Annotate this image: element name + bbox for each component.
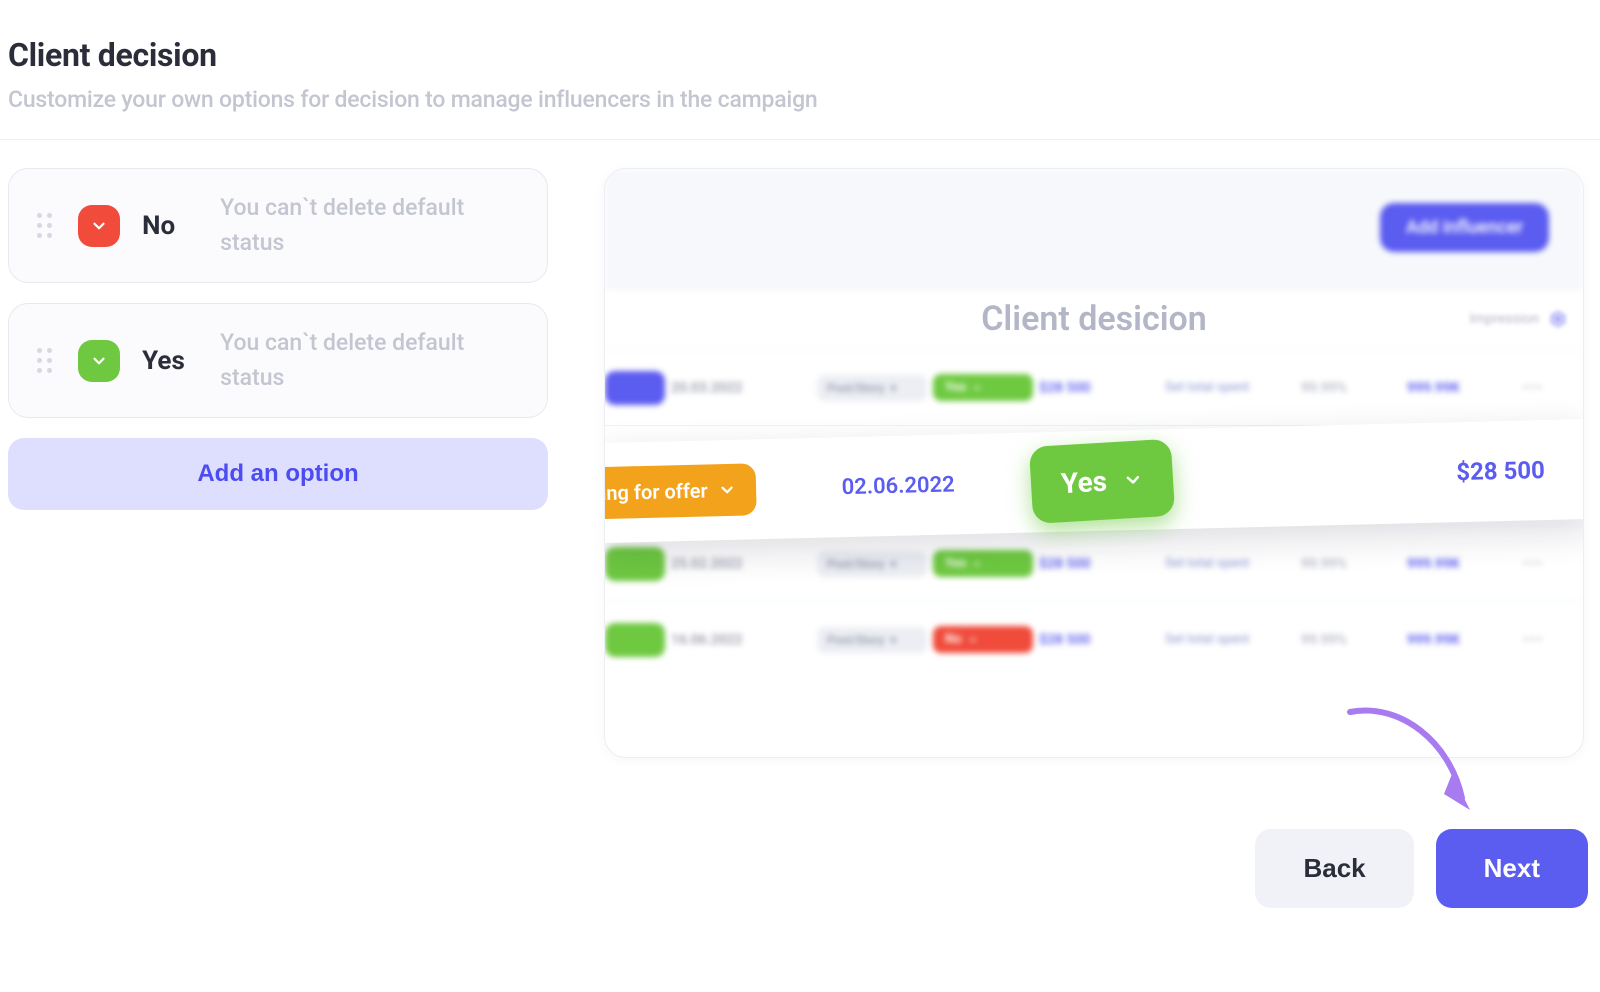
column-header: Client desicion Impression (605, 289, 1583, 349)
preview-header: Add influencer (605, 169, 1583, 289)
gear-icon[interactable] (1549, 310, 1567, 328)
set-total-spent[interactable]: Set total spent (1165, 556, 1295, 571)
set-total-spent[interactable]: Set total spent (1165, 632, 1295, 647)
options-panel: No You can`t delete default status Yes Y… (8, 168, 548, 758)
annotation-arrow-icon (1340, 702, 1480, 822)
row-k: 999.99K (1407, 632, 1517, 648)
row-date: 16.06.2022 (671, 632, 811, 648)
option-hint: You can`t delete default status (220, 191, 523, 260)
chevron-down-icon (90, 217, 108, 235)
post-story-select[interactable]: Post/Story ▾ (817, 375, 927, 401)
row-percent: 99.99% (1301, 380, 1401, 396)
add-influencer-button[interactable]: Add influencer (1380, 203, 1549, 252)
column-title: Client desicion (981, 299, 1207, 339)
row-amount: $28 500 (1039, 556, 1159, 572)
decision-dropdown[interactable]: Yes (1028, 438, 1174, 523)
option-label: Yes (142, 346, 198, 376)
option-label: No (142, 211, 198, 241)
row-amount: $28 500 (1039, 632, 1159, 648)
back-button[interactable]: Back (1255, 829, 1413, 908)
table-row: 16.06.2022 Post/Story ▾ No $28 500 Set t… (605, 601, 1583, 677)
row-fragment-chip (605, 623, 665, 657)
row-percent: 99.99% (1301, 632, 1401, 648)
decision-pill[interactable]: Yes (933, 374, 1033, 401)
row-menu-icon[interactable]: ••• (1523, 380, 1573, 396)
row-fragment-chip (605, 547, 665, 581)
option-row-no[interactable]: No You can`t delete default status (8, 168, 548, 283)
page-header: Client decision Customize your own optio… (0, 0, 1600, 140)
chevron-down-icon (1122, 468, 1143, 489)
add-option-button[interactable]: Add an option (8, 438, 548, 510)
option-row-yes[interactable]: Yes You can`t delete default status (8, 303, 548, 418)
row-k: 999.99K (1407, 380, 1517, 396)
page-subtitle: Customize your own options for decision … (8, 86, 1592, 113)
row-k: 999.99K (1407, 556, 1517, 572)
set-total-spent[interactable]: Set total spent (1165, 380, 1295, 395)
decision-pill[interactable]: Yes (933, 550, 1033, 577)
row-fragment-chip (605, 371, 665, 405)
post-story-select[interactable]: Post/Story ▾ (817, 551, 927, 577)
status-chip-no (78, 205, 120, 247)
table-row: 20.03.2022 Post/Story ▾ Yes $28 500 Set … (605, 349, 1583, 425)
focus-row-amount: $28 500 (1456, 456, 1545, 486)
impression-label: Impression (1469, 311, 1539, 327)
drag-handle-icon[interactable] (33, 349, 56, 373)
status-chip-yes (78, 340, 120, 382)
focus-row-date: 02.06.2022 (841, 472, 955, 500)
row-percent: 99.99% (1301, 556, 1401, 572)
next-button[interactable]: Next (1436, 829, 1588, 908)
row-amount: $28 500 (1039, 380, 1159, 396)
decision-pill[interactable]: No (933, 626, 1033, 653)
page-title: Client decision (8, 36, 1592, 74)
wizard-footer: Back Next (1255, 829, 1588, 908)
row-menu-icon[interactable]: ••• (1523, 556, 1573, 572)
preview-panel: Add influencer Client desicion Impressio… (604, 168, 1584, 758)
post-story-select[interactable]: Post/Story ▾ (817, 627, 927, 653)
drag-handle-icon[interactable] (33, 214, 56, 238)
row-date: 25.02.2022 (671, 556, 811, 572)
option-hint: You can`t delete default status (220, 326, 523, 395)
waiting-for-offer-chip[interactable]: ing for offer (604, 463, 756, 519)
chevron-down-icon (717, 481, 735, 499)
chevron-down-icon (90, 352, 108, 370)
row-date: 20.03.2022 (671, 380, 811, 396)
column-right-meta: Impression (1469, 310, 1567, 328)
row-menu-icon[interactable]: ••• (1523, 632, 1573, 648)
